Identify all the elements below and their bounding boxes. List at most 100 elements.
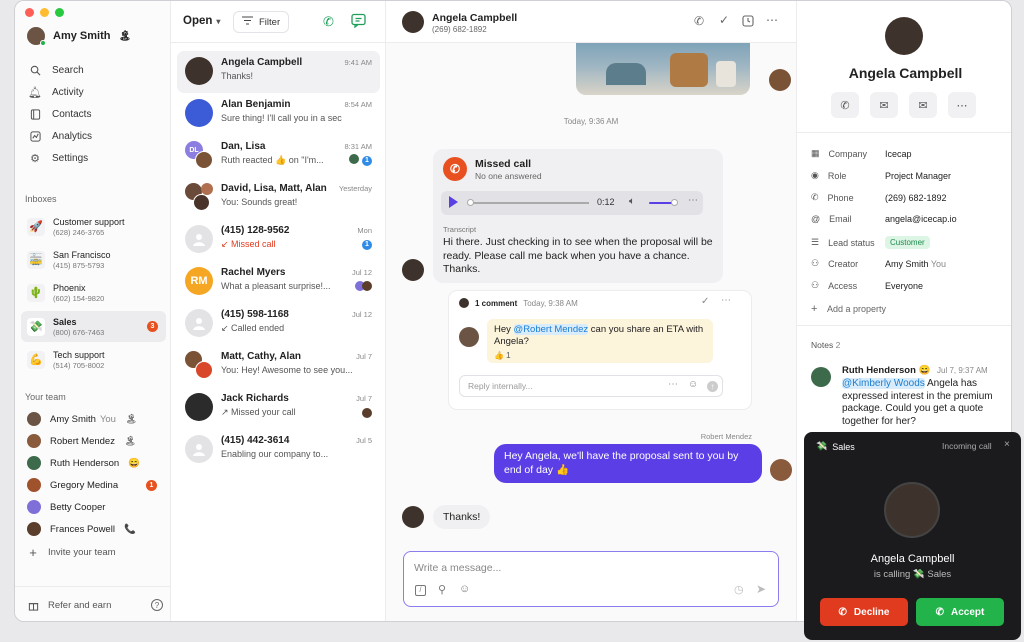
attachment-icon[interactable]: ⚲ [438,583,446,596]
mention-tag[interactable]: @Kimberly Woods [842,378,925,389]
schedule-icon[interactable]: ◷ [734,583,744,596]
property-row[interactable]: ◉ Role Project Manager [811,170,1001,181]
message-button[interactable]: ✉ [870,92,898,118]
avatar [362,281,372,291]
team-member[interactable]: Frances Powell 📞 [27,518,163,540]
conversation-item[interactable]: Angela Campbell 9:41 AM Thanks! [177,51,380,93]
phone-call-icon[interactable]: ✆ [323,14,334,30]
team-member[interactable]: Amy Smith You 🏝 [27,408,163,430]
inbox-tech-support[interactable]: 💪 Tech support (514) 705-8002 [21,344,166,375]
phone-icon: ✆ [840,99,850,112]
help-icon[interactable]: ? [151,599,163,611]
audio-scrubber[interactable] [467,199,474,206]
new-message-icon[interactable] [351,13,366,33]
conversation-item[interactable]: Jack Richards Jul 7 ↗ Missed your call [177,387,380,429]
conversation-item[interactable]: (415) 598-1168 Jul 12 ↙ Called ended [177,303,380,345]
conversation-item[interactable]: (415) 128-9562 Mon ↙ Missed call 1 [177,219,380,261]
invite-team-button[interactable]: + Invite your team [27,541,163,563]
volume-handle[interactable] [671,199,678,206]
property-row[interactable]: ⚇ Creator Amy Smith You [811,258,1001,269]
nav-activity[interactable]: 🔔︎ Activity [27,81,163,103]
snippet-icon[interactable]: / [415,585,426,596]
chevron-down-icon: ▾ [216,16,221,26]
list-header: Open ▾ Filter ✆ [171,1,386,43]
current-user[interactable]: Amy Smith 🏝 [27,27,131,46]
conversation-item[interactable]: RM Rachel Myers Jul 12 What a pleasant sur… [177,261,380,303]
conversation-item[interactable]: DL Dan, Lisa 8:31 AM Ruth reacted 👍 on "I'… [177,135,380,177]
play-icon[interactable] [449,196,458,208]
inbox-phone: (514) 705-8002 [53,360,105,370]
close-window-button[interactable] [25,8,34,17]
nav-analytics[interactable]: Analytics [27,125,163,147]
conversation-item[interactable]: (415) 442-3614 Jul 5 Enabling our company … [177,429,380,471]
reply-internally-input[interactable]: Reply internally... ⋯ ☺ ↑ [459,375,723,397]
volume-icon[interactable]: 🔈︎ [629,196,635,207]
call-button[interactable]: ✆ [831,92,859,118]
unread-badge: 1 [146,479,157,491]
property-row[interactable]: ⚇ Access Everyone [811,280,1001,291]
minimize-window-button[interactable] [40,8,49,17]
comment-reaction[interactable]: 👍 1 [494,350,706,362]
inbox-customer-support[interactable]: 🚀 Customer support (628) 246-3765 [21,211,166,242]
nav-settings[interactable]: ⚙ Settings [27,147,163,169]
status-dropdown[interactable]: Open ▾ [183,15,220,27]
outgoing-message: Hey Angela, we'll have the proposal sent… [494,444,762,483]
team-member[interactable]: Betty Cooper [27,496,163,518]
team-member-name: Robert Mendez [50,435,115,447]
more-icon[interactable]: ⋯ [766,13,778,27]
conversation-item[interactable]: Alan Benjamin 8:54 AM Sure thing! I'll cal… [177,93,380,135]
status-icon: ☰ [811,237,820,247]
comment-time: Today, 9:38 AM [523,298,578,308]
conversation-name: Alan Benjamin [221,99,291,110]
conversation-item[interactable]: David, Lisa, Matt, Alan Yesterday You: Sou… [177,177,380,219]
call-icon[interactable]: ✆ [694,14,704,28]
more-icon[interactable]: ⋯ [668,379,678,390]
inbox-san-francisco[interactable]: 🚋 San Francisco (415) 875-5793 [21,244,166,275]
send-icon[interactable]: ↑ [707,381,718,392]
gear-icon: ⚙ [30,152,40,165]
audio-progress-track[interactable] [469,202,589,204]
mention-tag[interactable]: @Robert Mendez [513,324,589,335]
inbox-phoenix[interactable]: 🌵 Phoenix (602) 154-9820 [21,277,166,308]
chat-panel: Angela Campbell (269) 682-1892 ✆ ✓ ⋯ Tod… [386,1,796,621]
property-row[interactable]: ▦ Company Icecap [811,148,1001,159]
property-row[interactable]: ☰ Lead status Customer [811,236,1001,249]
send-icon[interactable]: ➤ [756,582,766,596]
nav-contacts[interactable]: Contacts [27,103,163,125]
avatar [27,412,41,426]
avatar [811,367,831,387]
decline-button[interactable]: ✆ Decline [820,598,908,626]
more-icon[interactable]: ⋯ [721,295,731,306]
message-composer[interactable]: Write a message... / ⚲ ☺ ◷ ➤ [403,551,779,607]
nav-search[interactable]: Search [27,59,163,81]
property-row[interactable]: ✆ Phone (269) 682-1892 [811,192,1001,203]
snooze-icon[interactable] [742,14,754,32]
property-row[interactable]: @ Email angela@icecap.io [811,214,1001,224]
refer-and-earn-button[interactable]: Refer and earn? [27,594,163,616]
team-member[interactable]: Gregory Medina 1 [27,474,163,496]
emoji-icon[interactable]: ☺ [459,583,470,595]
shared-image[interactable] [576,43,750,95]
nav-label: Search [52,64,84,76]
maximize-window-button[interactable] [55,8,64,17]
more-icon[interactable]: ⋯ [688,195,698,206]
check-icon[interactable]: ✓ [719,13,729,27]
inbox-sales[interactable]: 💸 Sales (800) 676-7463 3 [21,311,166,342]
main-nav: Search 🔔︎ Activity Contacts Analytics ⚙ Se… [27,59,163,169]
conversation-item[interactable]: Matt, Cathy, Alan Jul 7 You: Hey! Awesome … [177,345,380,387]
missed-call-icon: ↙ [221,239,232,249]
close-icon[interactable]: × [1004,439,1010,450]
team-member[interactable]: Robert Mendez 🏝 [27,430,163,452]
more-button[interactable]: ⋯ [948,92,976,118]
accept-button[interactable]: ✆ Accept [916,598,1004,626]
email-button[interactable]: ✉ [909,92,937,118]
conversation-preview: Sounds great! [241,197,298,207]
emoji-icon[interactable]: ☺ [688,379,698,390]
filter-button[interactable]: Filter [233,11,290,33]
divider [797,132,1011,133]
conversation-name: Rachel Myers [221,267,286,278]
add-property-button[interactable]: + Add a property [811,303,1001,315]
inbox-name: Sales [53,316,77,327]
team-member[interactable]: Ruth Henderson 😄 [27,452,163,474]
resolve-icon[interactable]: ✓ [701,296,709,307]
